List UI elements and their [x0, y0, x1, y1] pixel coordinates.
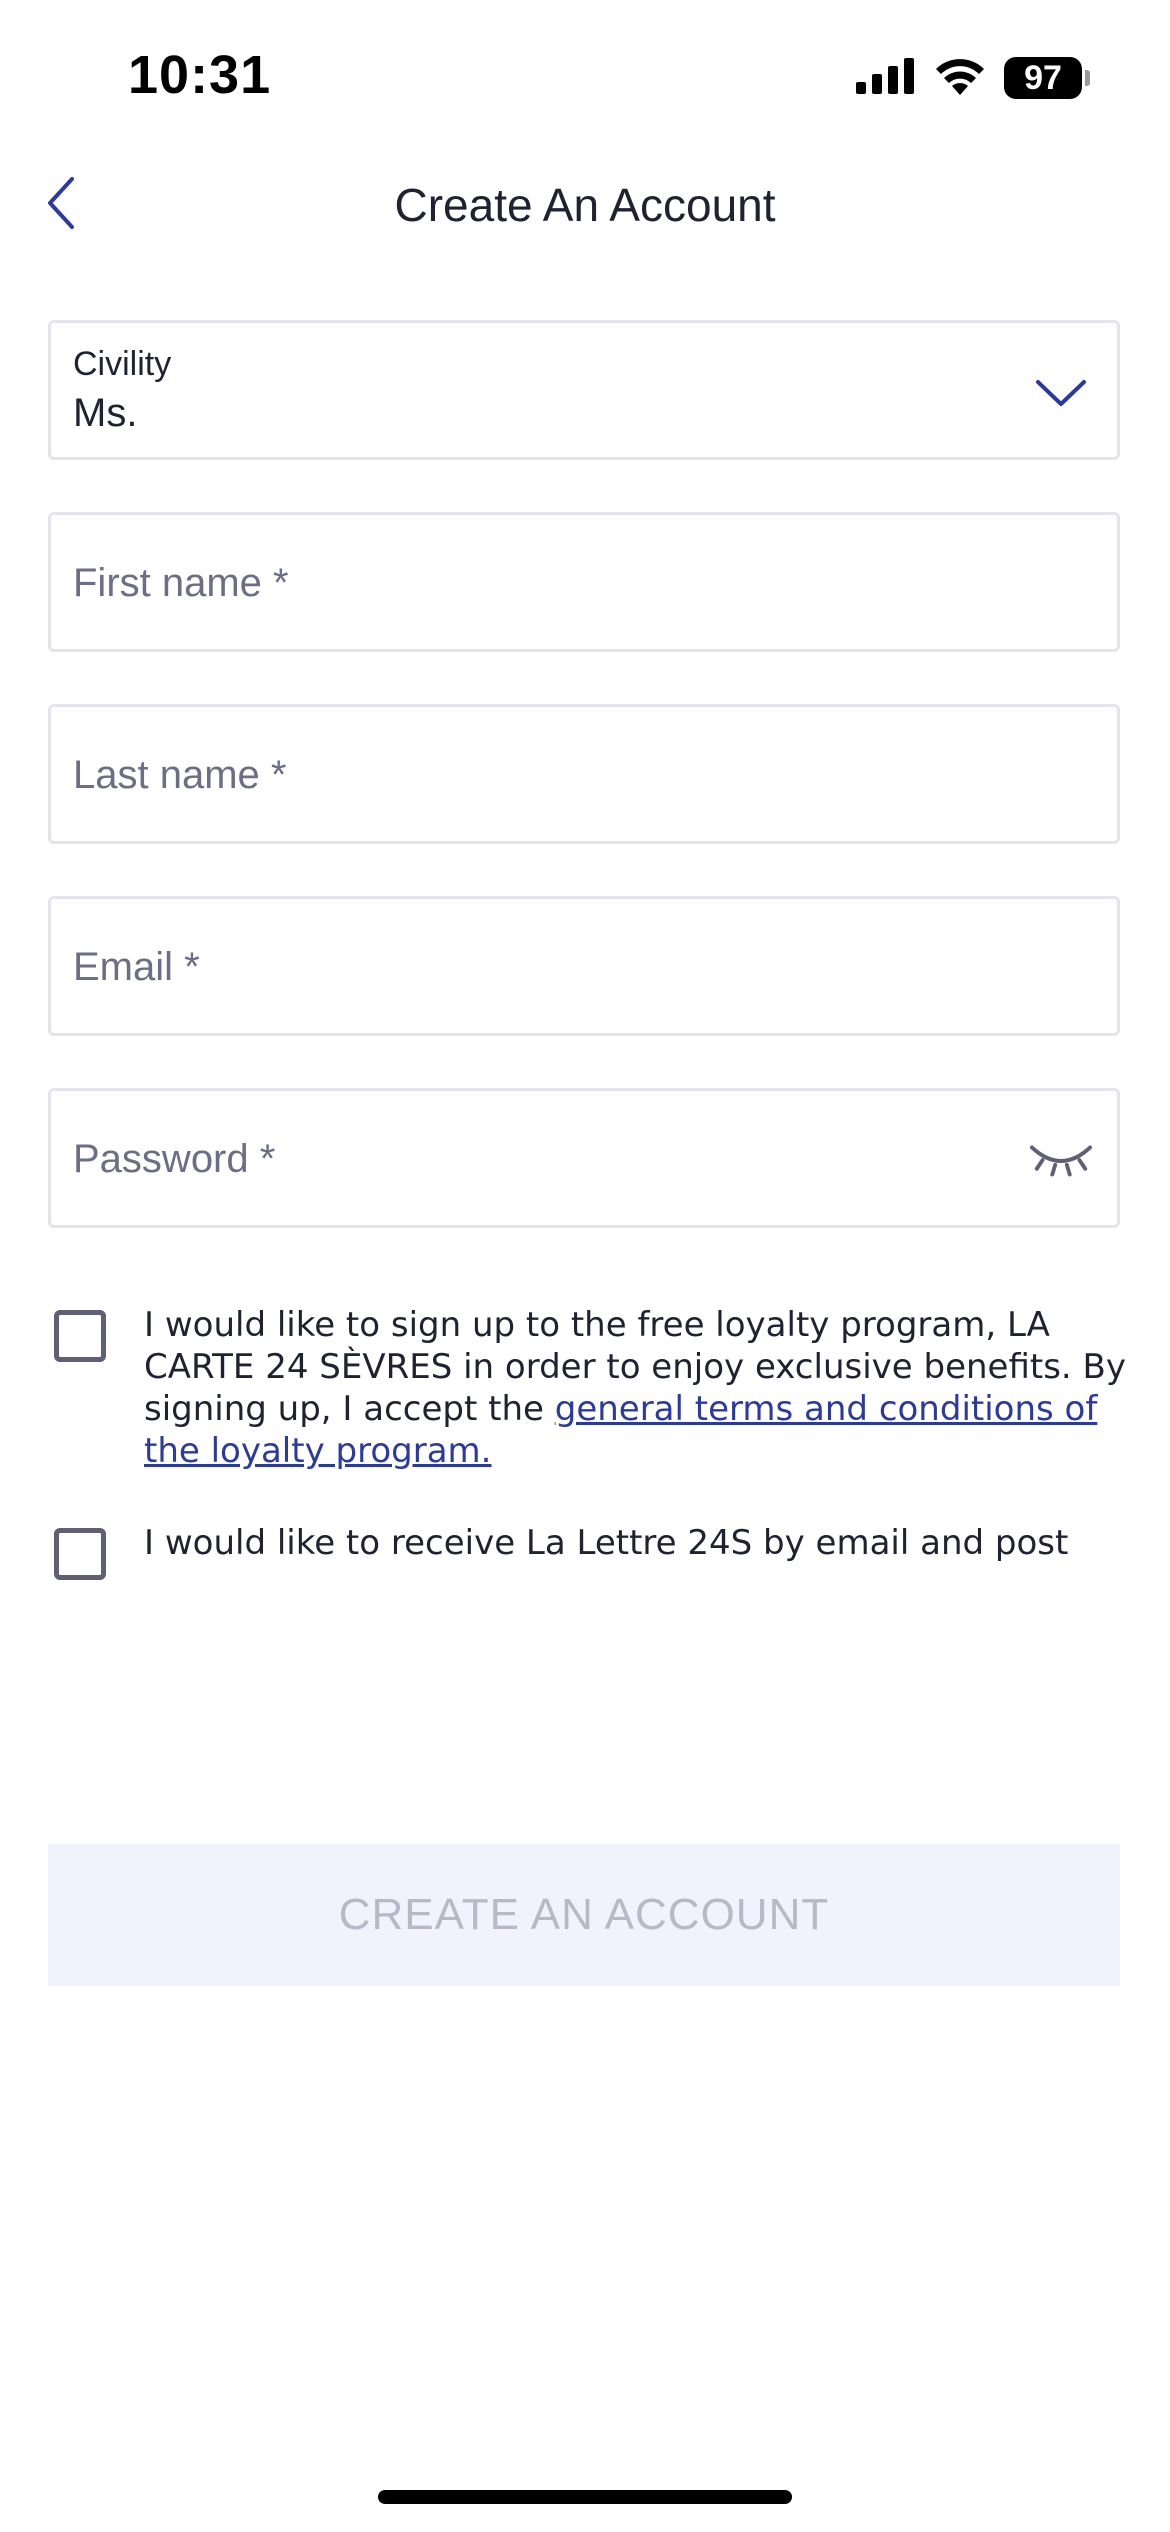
- email-field[interactable]: Email *: [48, 896, 1120, 1036]
- password-field[interactable]: Password *: [48, 1088, 1120, 1228]
- create-account-button[interactable]: CREATE AN ACCOUNT: [48, 1844, 1120, 1986]
- battery-icon: 97: [1004, 57, 1090, 99]
- cellular-signal-icon: [856, 57, 916, 99]
- status-time: 10:31: [128, 45, 272, 105]
- battery-level: 97: [1004, 57, 1082, 99]
- header: Create An Account: [0, 150, 1170, 270]
- civility-value: Ms.: [73, 391, 138, 435]
- eye-closed-icon[interactable]: [1029, 1129, 1093, 1193]
- last-name-placeholder: Last name *: [73, 753, 287, 797]
- civility-select[interactable]: Civility Ms.: [48, 320, 1120, 460]
- first-name-field[interactable]: First name *: [48, 512, 1120, 652]
- loyalty-checkbox-text: I would like to sign up to the free loya…: [144, 1304, 1144, 1472]
- wifi-icon: [934, 57, 986, 100]
- newsletter-checkbox[interactable]: [54, 1528, 106, 1580]
- chevron-down-icon: [1029, 361, 1093, 425]
- home-indicator: [378, 2490, 792, 2504]
- status-icons: 97: [856, 54, 1090, 102]
- page-title: Create An Account: [394, 179, 776, 231]
- email-placeholder: Email *: [73, 945, 200, 989]
- battery-cap: [1085, 70, 1090, 86]
- newsletter-checkbox-label: I would like to receive La Lettre 24S by…: [144, 1523, 1069, 1563]
- first-name-placeholder: First name *: [73, 561, 289, 605]
- loyalty-checkbox[interactable]: [54, 1310, 106, 1362]
- last-name-field[interactable]: Last name *: [48, 704, 1120, 844]
- status-bar: 10:31 97: [0, 0, 1170, 150]
- password-placeholder: Password *: [73, 1137, 276, 1181]
- civility-label: Civility: [73, 345, 172, 383]
